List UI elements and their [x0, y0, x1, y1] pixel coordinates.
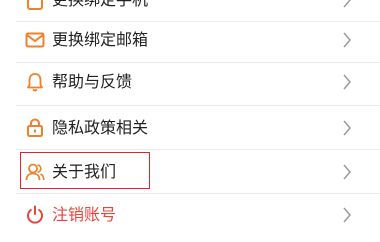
menu-item-change-email[interactable]: 更换绑定邮箱	[0, 18, 380, 62]
menu-item-label: 注销账号	[52, 205, 117, 224]
menu-item-label: 帮助与反馈	[52, 72, 133, 91]
lock-icon	[27, 118, 43, 137]
chevron-right-icon	[343, 0, 351, 8]
chevron-right-icon	[343, 164, 351, 180]
chevron-right-icon	[343, 207, 351, 223]
power-icon	[27, 205, 43, 224]
menu-item-label: 关于我们	[52, 162, 117, 181]
bell-icon	[27, 73, 43, 92]
settings-list: 更换绑定手机 更换绑定邮箱 帮助与反馈	[0, 0, 380, 242]
menu-item-delete-account[interactable]: 注销账号	[0, 193, 380, 237]
menu-item-label: 隐私政策相关	[52, 118, 149, 137]
phone-icon	[27, 0, 43, 10]
chevron-right-icon	[343, 32, 351, 48]
users-icon	[25, 163, 45, 181]
menu-item-privacy-policy[interactable]: 隐私政策相关	[0, 106, 380, 150]
menu-item-about-us[interactable]: 关于我们	[0, 150, 380, 194]
menu-item-help-feedback[interactable]: 帮助与反馈	[0, 60, 380, 104]
mail-icon	[25, 32, 45, 48]
menu-item-label: 更换绑定邮箱	[52, 30, 149, 49]
chevron-right-icon	[343, 74, 351, 90]
chevron-right-icon	[343, 120, 351, 136]
